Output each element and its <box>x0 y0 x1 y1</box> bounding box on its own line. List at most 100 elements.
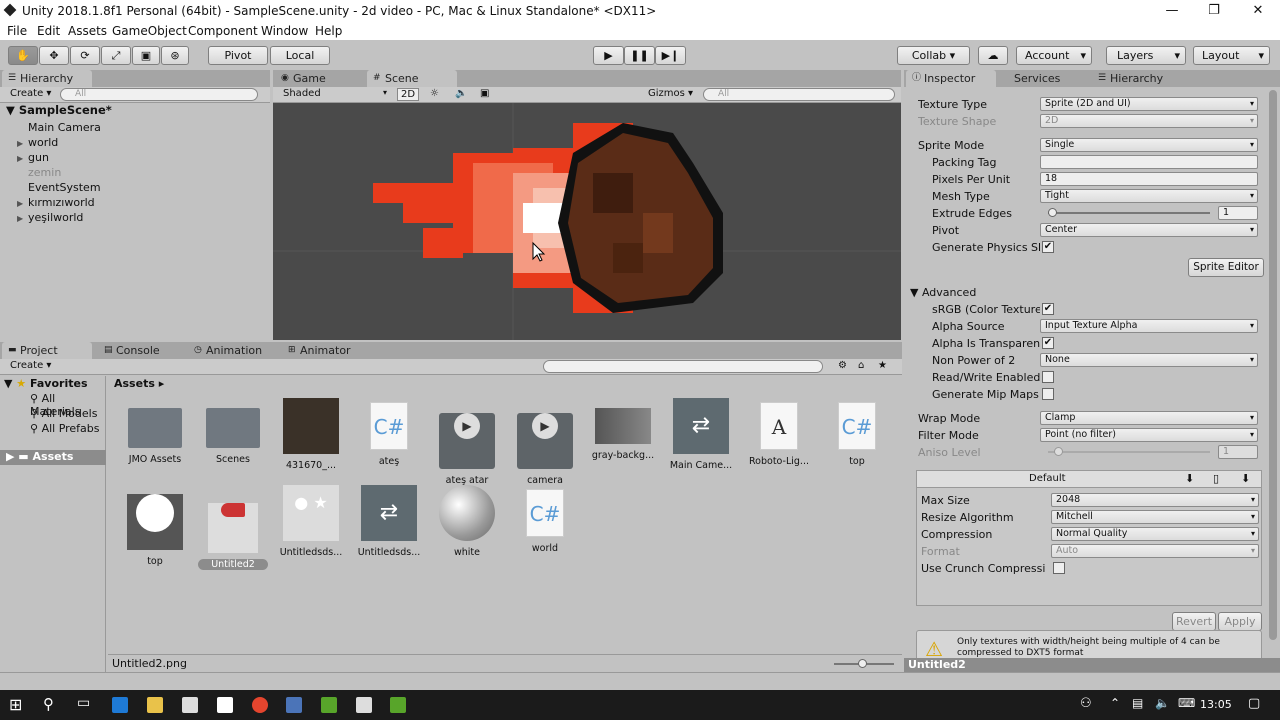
local-toggle[interactable]: Local <box>270 46 330 65</box>
max-size-dropdown[interactable]: 2048 <box>1051 493 1259 507</box>
task-view-icon[interactable]: ▭ <box>77 695 90 711</box>
tab-animation[interactable]: ◷ Animation <box>188 342 278 359</box>
people-icon[interactable]: ⚇ <box>1080 696 1092 711</box>
wrap-dropdown[interactable]: Clamp <box>1040 411 1258 425</box>
fav-all-models[interactable]: ⚲ All Models <box>30 407 97 420</box>
maximize-button[interactable]: ❐ <box>1192 0 1236 22</box>
extrude-slider-thumb[interactable] <box>1048 208 1057 217</box>
menu-file[interactable]: File <box>7 24 27 38</box>
language-icon[interactable]: ⌨ <box>1178 696 1195 710</box>
asset-item[interactable]: ▶ ateş atar <box>432 398 502 486</box>
app-icon[interactable] <box>286 697 302 713</box>
tab-inspector[interactable]: ⓘ Inspector <box>906 70 996 87</box>
volume-icon[interactable]: 🔈 <box>1155 696 1170 710</box>
hand-tool-icon[interactable]: ✋ <box>8 46 38 65</box>
extrude-slider[interactable] <box>1048 208 1210 217</box>
network-icon[interactable]: ▤ <box>1132 696 1143 710</box>
asset-item[interactable]: Scenes <box>198 398 268 465</box>
account-dropdown[interactable]: Account ▾ <box>1016 46 1092 65</box>
hierarchy-item[interactable]: EventSystem <box>28 181 101 194</box>
windows-start-icon[interactable]: ⊞ <box>9 695 22 714</box>
asset-item[interactable]: C# world <box>510 485 580 554</box>
rotate-tool-icon[interactable]: ⟳ <box>70 46 100 65</box>
filter-dropdown[interactable]: Point (no filter) <box>1040 428 1258 442</box>
compression-dropdown[interactable]: Normal Quality <box>1051 527 1259 541</box>
sprite-mode-dropdown[interactable]: Single <box>1040 138 1258 152</box>
layout-dropdown[interactable]: Layout ▾ <box>1193 46 1270 65</box>
mobile-icon[interactable]: ▯ <box>1213 472 1219 485</box>
chrome-icon[interactable] <box>252 697 268 713</box>
transform-tool-icon[interactable]: ⊛ <box>161 46 189 65</box>
apply-button[interactable]: Apply <box>1218 612 1262 631</box>
tab-scene[interactable]: # Scene <box>367 70 457 87</box>
play-button[interactable]: ▶ <box>593 46 624 65</box>
pivot-toggle[interactable]: Pivot <box>208 46 268 65</box>
asset-item[interactable]: C# top <box>822 398 892 467</box>
mipmaps-checkbox[interactable] <box>1042 388 1054 400</box>
menu-gameobject[interactable]: GameObject <box>112 24 187 38</box>
gen-physics-checkbox[interactable]: ✔ <box>1042 241 1054 253</box>
crunch-checkbox[interactable] <box>1053 562 1065 574</box>
inspector-scrollbar[interactable] <box>1269 90 1277 640</box>
favorites-node[interactable]: ▼ ★ Favorites <box>4 377 88 390</box>
scene-viewport[interactable] <box>273 103 901 340</box>
resize-dropdown[interactable]: Mitchell <box>1051 510 1259 524</box>
step-button[interactable]: ▶❙ <box>655 46 686 65</box>
mesh-type-dropdown[interactable]: Tight <box>1040 189 1258 203</box>
tab-services[interactable]: Services <box>996 70 1086 87</box>
packing-tag-field[interactable] <box>1040 155 1258 169</box>
asset-item[interactable]: white <box>432 485 502 558</box>
asset-item[interactable]: C# ateş <box>354 398 424 467</box>
cloud-icon[interactable]: ☁ <box>978 46 1008 65</box>
expand-arrow-icon[interactable]: ▶ <box>17 154 23 163</box>
minimize-button[interactable]: — <box>1150 0 1194 22</box>
asset-item[interactable]: 431670_... <box>276 398 346 471</box>
preview-bar[interactable]: Untitled2 <box>904 658 1280 672</box>
android-icon[interactable]: ⬇ <box>1241 472 1250 485</box>
menu-assets[interactable]: Assets <box>68 24 107 38</box>
tab-game[interactable]: ◉ Game <box>275 70 355 87</box>
asset-item[interactable]: gray-backg... <box>588 398 658 461</box>
project-search-input[interactable] <box>543 360 823 373</box>
recorder-icon[interactable] <box>390 697 406 713</box>
zoom-slider-thumb[interactable] <box>858 659 867 668</box>
chevron-up-icon[interactable]: ⌃ <box>1110 696 1120 710</box>
search-icon[interactable]: ⚲ <box>43 695 54 713</box>
hierarchy-item[interactable]: yeşilworld <box>28 211 83 224</box>
layers-dropdown[interactable]: Layers ▾ <box>1106 46 1186 65</box>
tag-icon[interactable]: ⌂ <box>858 360 864 371</box>
asset-item[interactable]: ⇄ Untitledsds... <box>354 485 424 558</box>
expand-arrow-icon[interactable]: ▶ <box>17 199 23 208</box>
lighting-icon[interactable]: ☼ <box>430 88 439 99</box>
tab-project[interactable]: ▬ Project <box>2 342 92 359</box>
npot-dropdown[interactable]: None <box>1040 353 1258 367</box>
asset-item[interactable]: Untitled2 <box>198 485 268 570</box>
alpha-source-dropdown[interactable]: Input Texture Alpha <box>1040 319 1258 333</box>
scene-search-input[interactable]: All <box>703 88 895 101</box>
hierarchy-search-input[interactable]: All <box>60 88 258 101</box>
rect-tool-icon[interactable]: ▣ <box>132 46 160 65</box>
texture-type-dropdown[interactable]: Sprite (2D and UI) <box>1040 97 1258 111</box>
readwrite-checkbox[interactable] <box>1042 371 1054 383</box>
expand-arrow-icon[interactable]: ▶ <box>17 214 23 223</box>
mail-icon[interactable] <box>217 697 233 713</box>
unity-taskbar-icon[interactable] <box>356 697 372 713</box>
project-create-button[interactable]: Create ▾ <box>10 360 51 371</box>
revert-button[interactable]: Revert <box>1172 612 1216 631</box>
scale-tool-icon[interactable]: ⤢ <box>101 46 131 65</box>
tab-console[interactable]: ▤ Console <box>98 342 178 359</box>
alpha-transp-checkbox[interactable]: ✔ <box>1042 337 1054 349</box>
asset-item[interactable]: top <box>120 485 190 567</box>
asset-item[interactable]: ⇄ Main Came... <box>666 398 736 471</box>
download-icon[interactable]: ⬇ <box>1185 472 1194 485</box>
tab-default[interactable]: Default <box>1029 473 1066 484</box>
effects-icon[interactable]: ▣ <box>480 88 489 99</box>
menu-component[interactable]: Component <box>188 24 258 38</box>
breadcrumb[interactable]: Assets ▸ <box>114 377 164 390</box>
menu-window[interactable]: Window <box>261 24 308 38</box>
clock[interactable]: 13:05 <box>1200 698 1232 711</box>
hierarchy-item[interactable]: world <box>28 136 58 149</box>
gizmos-dropdown[interactable]: Gizmos ▾ <box>648 88 693 99</box>
fav-all-prefabs[interactable]: ⚲ All Prefabs <box>30 422 100 435</box>
edge-icon[interactable] <box>112 697 128 713</box>
